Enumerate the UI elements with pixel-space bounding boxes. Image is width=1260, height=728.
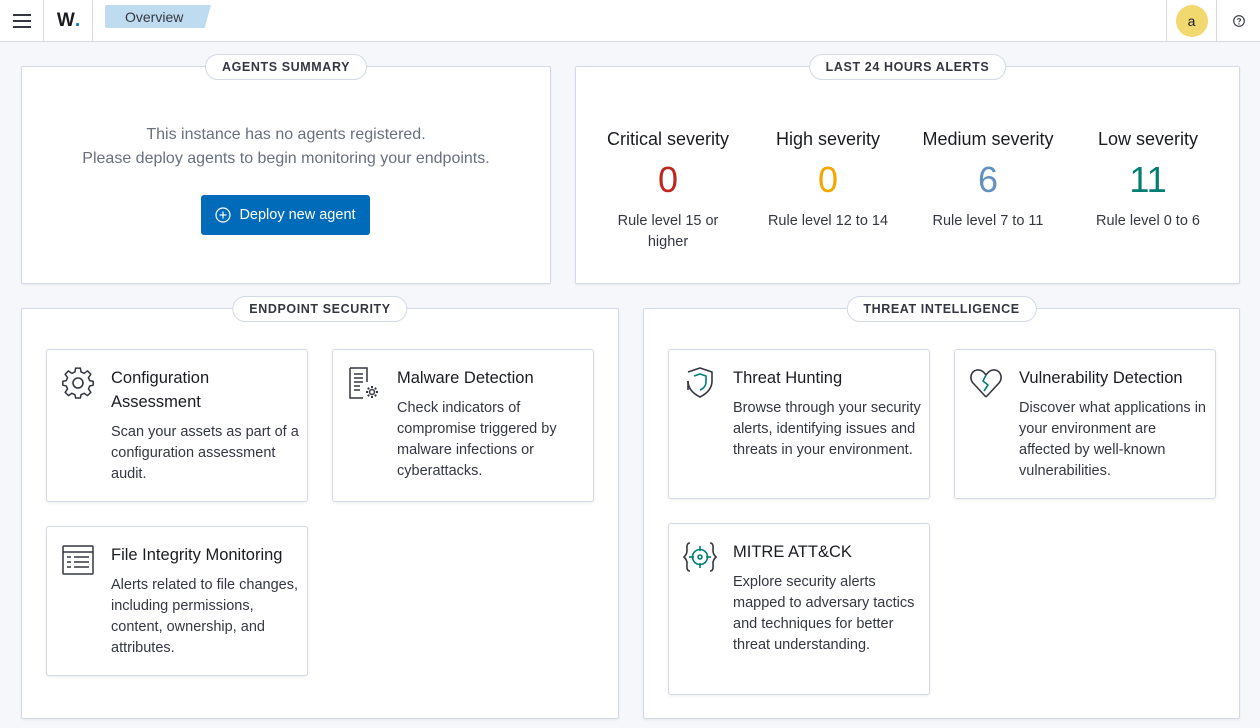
card-title: Malware Detection [397, 369, 534, 387]
severity-rule-range: Rule level 12 to 14 [767, 213, 889, 229]
card-description: Alerts related to file changes, includin… [111, 577, 298, 656]
logo-dot: . [74, 9, 81, 31]
logo-letter: W [56, 9, 75, 31]
card-description: Scan your assets as part of a configurat… [111, 424, 299, 482]
card-title: Configuration Assessment [111, 369, 210, 411]
card-description: Browse through your security alerts, ide… [733, 400, 921, 458]
hamburger-menu-icon [12, 13, 31, 28]
critical-severity-stat[interactable]: Critical severity 0 Rule level 15 or hig… [593, 127, 743, 253]
severity-count[interactable]: 0 [753, 159, 903, 201]
broken-heart-icon [970, 369, 1002, 398]
severity-count[interactable]: 11 [1073, 159, 1223, 201]
card-malware-detection[interactable]: Malware Detection Check indicators of co… [332, 349, 594, 502]
low-severity-stat[interactable]: Low severity 11 Rule level 0 to 6 [1073, 127, 1223, 232]
no-agents-message: This instance has no agents registered. … [22, 123, 550, 171]
gear-icon [62, 367, 94, 399]
app-logo[interactable]: W. [45, 0, 93, 41]
agents-summary-title: AGENTS SUMMARY [204, 54, 368, 80]
severity-label: Medium severity [922, 129, 1054, 149]
card-title: Vulnerability Detection [1019, 369, 1183, 387]
breadcrumb-overview[interactable]: Overview [105, 5, 211, 28]
card-title: MITRE ATT&CK [733, 543, 852, 561]
help-icon [1233, 14, 1245, 27]
card-description: Discover what applications in your envir… [1019, 400, 1206, 479]
card-mitre-attack[interactable]: MITRE ATT&CK Explore security alerts map… [668, 523, 930, 695]
endpoint-security-panel: ENDPOINT SECURITY Configuration Assessme… [21, 296, 619, 719]
shield-icon [687, 367, 713, 398]
card-description: Check indicators of compromise triggered… [397, 400, 557, 479]
last-24h-alerts-panel: LAST 24 HOURS ALERTS Critical severity 0… [575, 54, 1240, 284]
avatar[interactable]: a [1175, 4, 1208, 37]
severity-rule-range: Rule level 0 to 6 [1096, 213, 1200, 229]
deploy-new-agent-button[interactable]: Deploy new agent [201, 195, 370, 235]
alerts-panel-title: LAST 24 HOURS ALERTS [808, 54, 1007, 80]
user-menu[interactable]: a [1166, 0, 1217, 41]
card-threat-hunting[interactable]: Threat Hunting Browse through your secur… [668, 349, 930, 499]
no-agents-line1: This instance has no agents registered. [146, 126, 426, 143]
list-document-icon [62, 545, 94, 575]
menu-button[interactable] [0, 0, 44, 41]
severity-label: Critical severity [606, 129, 730, 149]
plus-in-circle-icon [215, 207, 232, 223]
crosshair-icon [683, 542, 717, 572]
card-title: File Integrity Monitoring [111, 546, 283, 564]
severity-label: High severity [775, 129, 881, 149]
card-title: Threat Hunting [733, 369, 843, 387]
help-button[interactable] [1218, 0, 1260, 41]
severity-rule-range: Rule level 15 or higher [617, 213, 719, 250]
severity-label: Low severity [1097, 129, 1199, 149]
top-header-bar: W. Overview a [0, 0, 1260, 42]
threat-intelligence-title: THREAT INTELLIGENCE [846, 296, 1037, 322]
severity-count[interactable]: 0 [593, 159, 743, 201]
severity-count[interactable]: 6 [913, 159, 1063, 201]
card-description: Explore security alerts mapped to advers… [733, 574, 915, 653]
card-configuration-assessment[interactable]: Configuration Assessment Scan your asset… [46, 349, 308, 502]
card-vulnerability-detection[interactable]: Vulnerability Detection Discover what ap… [954, 349, 1216, 499]
card-file-integrity-monitoring[interactable]: File Integrity Monitoring Alerts related… [46, 526, 308, 676]
high-severity-stat[interactable]: High severity 0 Rule level 12 to 14 [753, 127, 903, 232]
no-agents-line2: Please deploy agents to begin monitoring… [82, 150, 490, 167]
threat-intelligence-panel: THREAT INTELLIGENCE Threat Hunting Brows… [643, 296, 1240, 719]
endpoint-security-title: ENDPOINT SECURITY [232, 296, 408, 322]
agents-summary-panel: AGENTS SUMMARY This instance has no agen… [21, 54, 551, 284]
severity-rule-range: Rule level 7 to 11 [932, 213, 1044, 229]
medium-severity-stat[interactable]: Medium severity 6 Rule level 7 to 11 [913, 127, 1063, 232]
deploy-button-label: Deploy new agent [239, 207, 356, 223]
document-gear-icon [349, 367, 378, 399]
